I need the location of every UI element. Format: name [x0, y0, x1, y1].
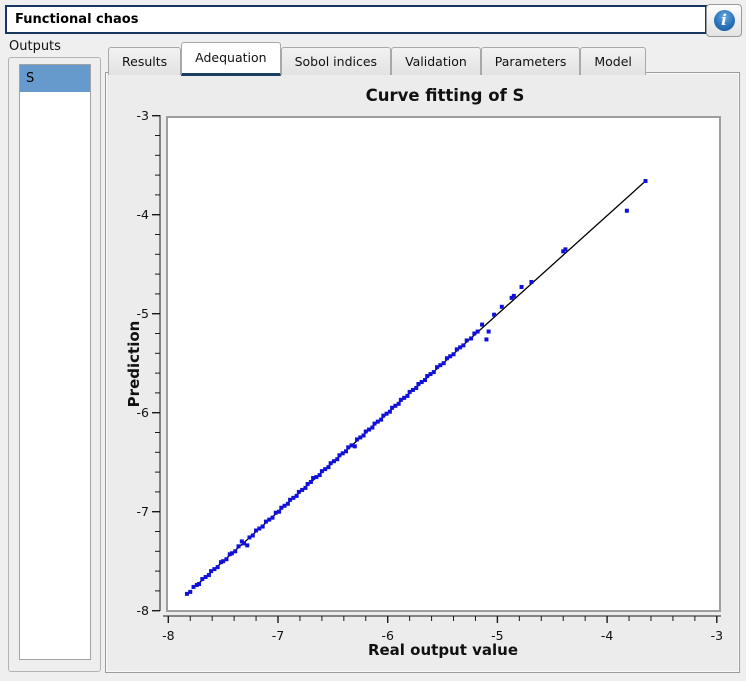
tab-sobol-indices[interactable]: Sobol indices — [280, 47, 392, 75]
scatter-point — [294, 493, 299, 498]
x-tick-label: -4 — [601, 628, 614, 643]
y-tick-label: -3 — [137, 108, 149, 123]
output-item-s[interactable]: S — [20, 65, 90, 92]
scatter-point — [499, 304, 504, 309]
scatter-point — [519, 284, 524, 289]
y-tick-label: -4 — [137, 207, 150, 222]
scatter-point — [431, 370, 436, 375]
scatter-point — [643, 179, 648, 184]
outputs-label: Outputs — [9, 39, 61, 54]
scatter-point — [233, 549, 238, 554]
scatter-point — [250, 533, 255, 538]
curve-fitting-plot: Curve fitting of S Real output value Pre… — [125, 86, 723, 659]
y-tick-label: -8 — [137, 603, 150, 618]
tab-model[interactable]: Model — [580, 47, 646, 75]
scatter-point — [197, 581, 202, 586]
scatter-point — [215, 565, 220, 570]
scatter-point — [563, 247, 568, 252]
x-axis-label: Real output value — [368, 641, 518, 659]
scatter-point — [624, 208, 629, 213]
scatter-point — [387, 409, 392, 414]
tab-adequation[interactable]: Adequation — [181, 42, 281, 76]
scatter-point — [326, 465, 331, 470]
y-tick-label: -6 — [137, 405, 150, 420]
scatter-point — [188, 589, 193, 594]
scatter-point — [260, 524, 265, 529]
scatter-point — [484, 337, 489, 342]
scatter-point — [529, 280, 534, 285]
scatter-point — [486, 329, 491, 334]
info-button[interactable]: i — [706, 4, 742, 37]
scatter-point — [511, 293, 516, 298]
chart-title: Curve fitting of S — [366, 86, 525, 105]
analysis-name-field[interactable]: Functional chaos — [5, 5, 707, 34]
y-axis-label: Prediction — [125, 321, 143, 408]
scatter-point — [344, 449, 349, 454]
info-icon: i — [713, 10, 735, 31]
y-tick-label: -7 — [137, 504, 149, 519]
scatter-point — [480, 322, 485, 327]
scatter-point — [361, 433, 366, 438]
scatter-point — [335, 457, 340, 462]
adequation-chart: Curve fitting of S Real output value Pre… — [107, 74, 738, 670]
tab-results[interactable]: Results — [108, 47, 182, 75]
x-tick-label: -3 — [711, 628, 723, 643]
scatter-point — [317, 473, 322, 478]
x-tick-label: -8 — [162, 628, 175, 643]
scatter-point — [352, 444, 357, 449]
scatter-point — [277, 509, 282, 514]
scatter-point — [441, 361, 446, 366]
x-tick-label: -7 — [272, 628, 284, 643]
scatter-point — [464, 338, 469, 343]
tab-parameters[interactable]: Parameters — [480, 47, 581, 75]
scatter-point — [236, 544, 241, 549]
y-tick-label: -5 — [137, 306, 149, 321]
scatter-point — [370, 425, 375, 430]
scatter-point — [414, 385, 419, 390]
scatter-point — [206, 573, 211, 578]
tab-bar: Results Adequation Sobol indices Validat… — [108, 42, 646, 76]
scatter-point — [270, 515, 275, 520]
outputs-panel: S — [8, 57, 101, 672]
scatter-point — [451, 352, 456, 357]
x-tick-label: -5 — [491, 628, 503, 643]
scatter-point — [475, 329, 480, 334]
scatter-point — [461, 343, 466, 348]
scatter-point — [422, 378, 427, 383]
scatter-point — [469, 336, 474, 341]
scatter-point — [224, 557, 229, 562]
x-tick-label: -6 — [381, 628, 394, 643]
scatter-point — [303, 485, 308, 490]
functional-chaos-window: { "header": { "analysis_name": "Function… — [0, 0, 746, 681]
outputs-list[interactable]: S — [19, 64, 91, 660]
scatter-point — [405, 393, 410, 398]
scatter-point — [285, 501, 290, 506]
scatter-point — [379, 417, 384, 422]
scatter-point — [245, 543, 250, 548]
scatter-point — [492, 312, 497, 317]
tab-validation[interactable]: Validation — [391, 47, 481, 75]
scatter-point — [396, 401, 401, 406]
scatter-point — [308, 480, 313, 484]
